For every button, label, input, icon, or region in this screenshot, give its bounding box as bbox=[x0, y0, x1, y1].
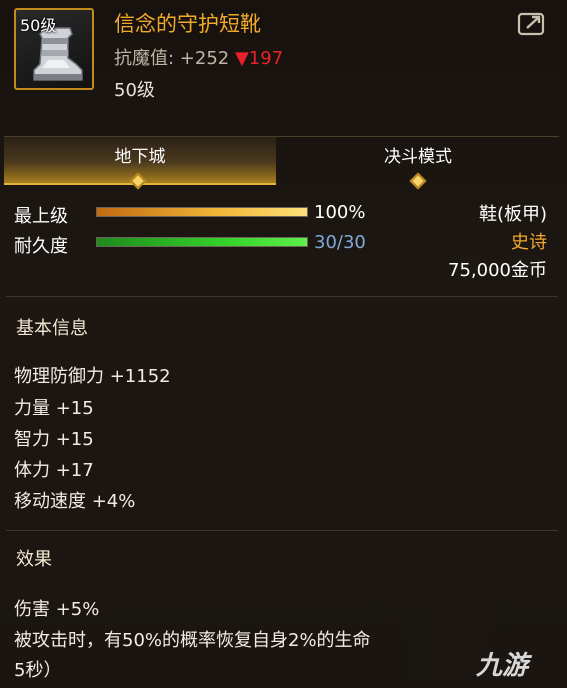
item-rarity: 史诗 bbox=[511, 232, 547, 253]
stat-line: 智力 +15 bbox=[14, 429, 94, 450]
mode-tabs: 地下城 决斗模式 bbox=[4, 136, 559, 185]
magic-resist-line: 抗魔值: +252 ▼197 bbox=[114, 44, 283, 70]
item-type: 鞋(板甲) bbox=[478, 204, 547, 225]
stat-line: 体力 +17 bbox=[14, 460, 94, 481]
max-level-label: 最上级 bbox=[14, 206, 68, 227]
text-fade-overlay bbox=[380, 610, 490, 680]
item-level: 50级 bbox=[114, 80, 155, 101]
max-level-value: 100% bbox=[314, 202, 366, 223]
magic-resist-value: 抗魔值: +252 bbox=[114, 48, 230, 69]
magic-resist-diff: ▼197 bbox=[234, 48, 284, 69]
basic-info-title: 基本信息 bbox=[16, 318, 88, 339]
stat-line: 力量 +15 bbox=[14, 398, 94, 419]
item-name: 信念的守护短靴 bbox=[114, 12, 261, 36]
watermark-logo: 九游 bbox=[476, 651, 529, 681]
effect-title: 效果 bbox=[16, 549, 52, 570]
stat-line: 物理防御力 +1152 bbox=[14, 366, 171, 387]
item-price: 75,000金币 bbox=[448, 260, 547, 281]
durability-label: 耐久度 bbox=[14, 236, 68, 257]
stat-line: 移动速度 +4% bbox=[14, 491, 136, 512]
durability-bar-fill bbox=[97, 238, 307, 246]
share-icon[interactable] bbox=[517, 10, 547, 36]
effect-line: 5秒） bbox=[14, 660, 62, 681]
item-tooltip-panel: 50级 信念的守护短靴 抗魔值: +252 ▼197 50级 地下城 决斗模式 … bbox=[0, 0, 567, 688]
icon-level-badge: 50级 bbox=[20, 16, 57, 35]
effect-line: 伤害 +5% bbox=[14, 599, 100, 620]
effect-line: 被攻击时，有50%的概率恢复自身2%的生命 bbox=[14, 630, 371, 651]
durability-bar bbox=[96, 237, 308, 247]
divider bbox=[6, 296, 558, 297]
item-icon[interactable]: 50级 bbox=[14, 8, 94, 90]
max-level-bar bbox=[96, 207, 308, 217]
durability-value: 30/30 bbox=[314, 232, 366, 253]
max-level-bar-fill bbox=[97, 208, 307, 216]
divider bbox=[6, 530, 558, 531]
